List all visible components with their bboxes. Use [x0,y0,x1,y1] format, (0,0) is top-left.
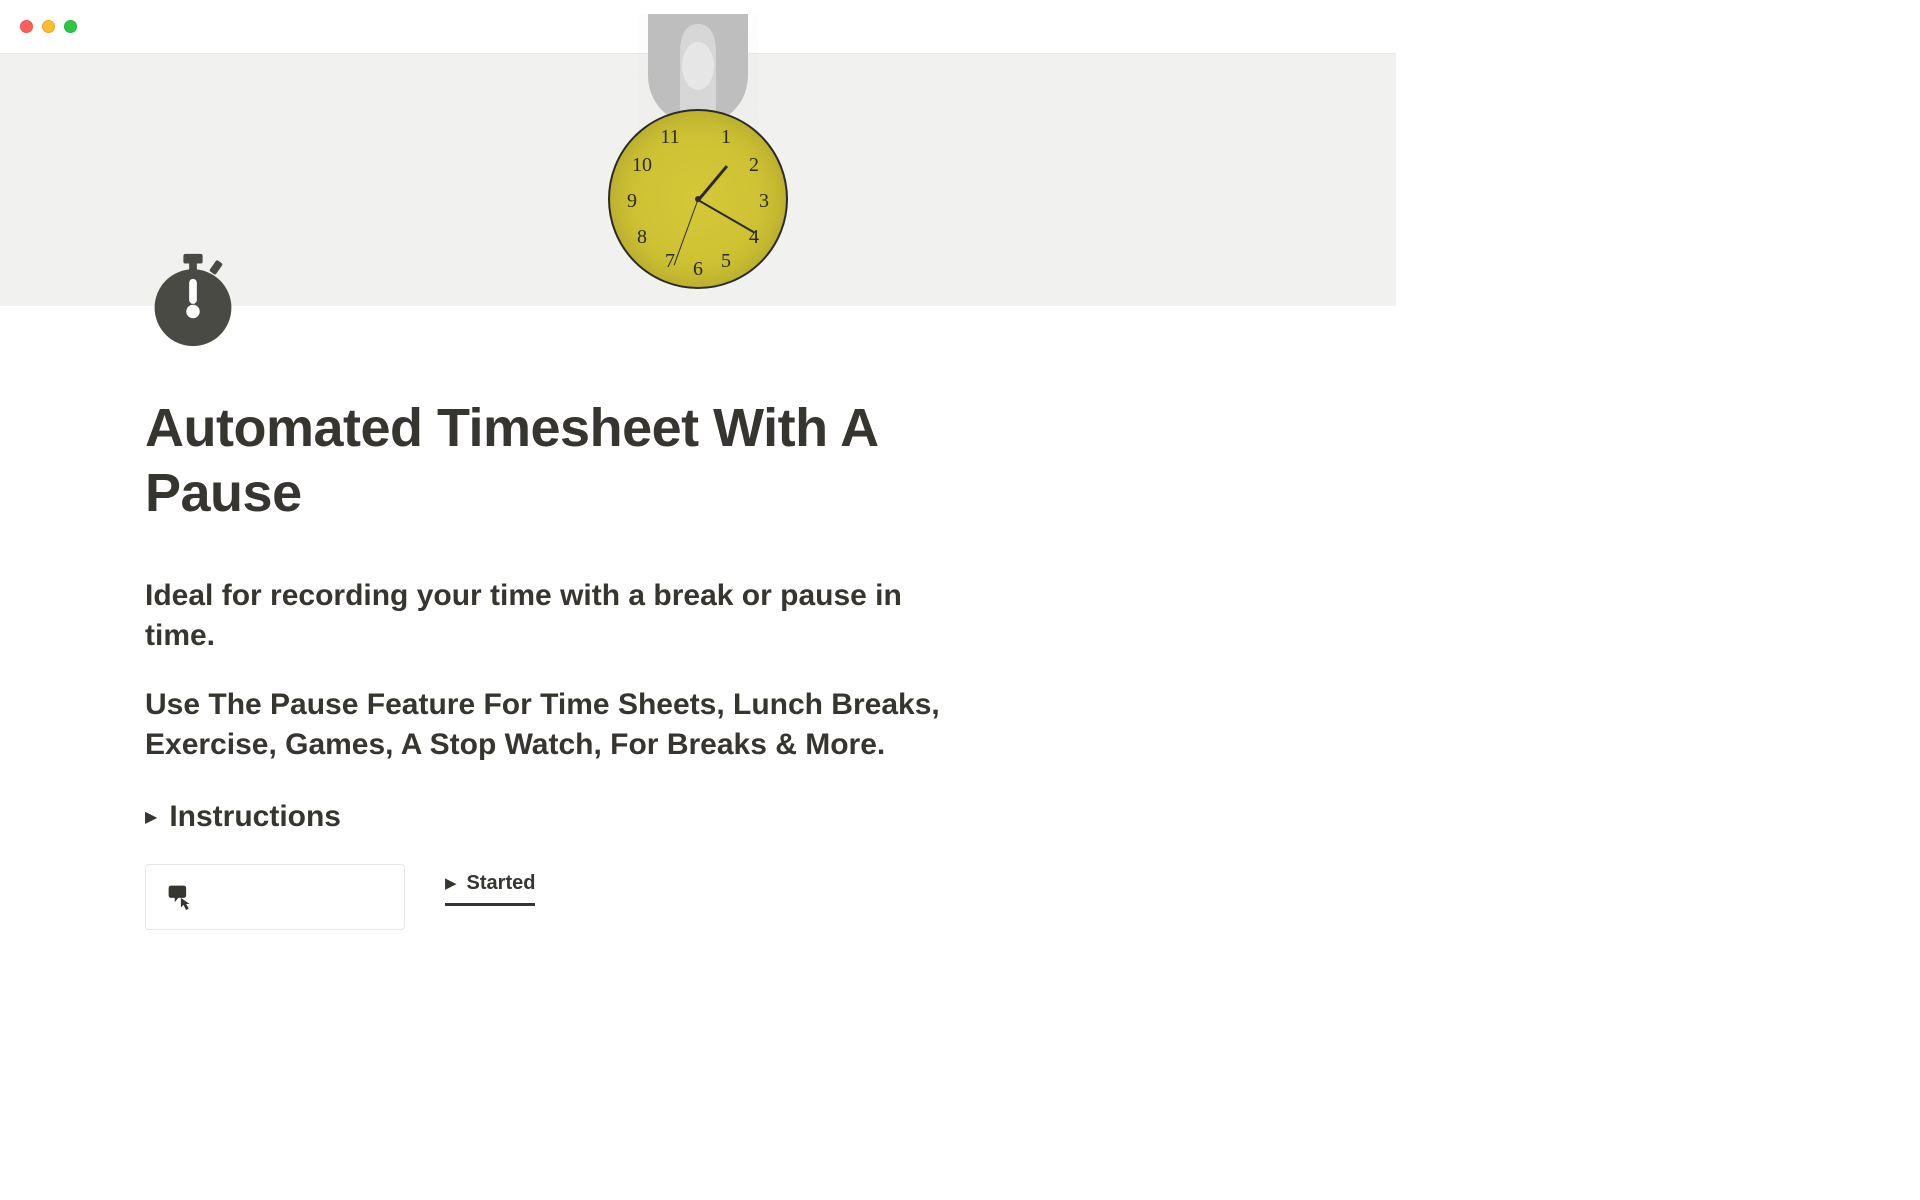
instructions-toggle-label: Instructions [169,800,341,834]
page-icon[interactable] [145,252,241,348]
clock-second-hand [674,199,699,265]
tab-started[interactable]: ▶ Started [445,872,535,906]
clock-hour-hand [697,165,728,201]
clock-minute-hand [698,199,755,233]
window-minimize-button[interactable] [42,20,55,33]
clock-center [695,196,701,202]
clock-number: 2 [742,153,766,177]
page-description: Use The Pause Feature For Time Sheets, L… [145,685,955,766]
clock-face: 1 2 3 4 5 6 7 8 9 10 11 [608,109,788,289]
clock-number: 10 [630,153,654,177]
clock-number: 3 [752,189,776,213]
pointer-icon [166,883,194,911]
page-title: Automated Timesheet With A Pause [145,396,955,526]
clock-number: 5 [714,249,738,273]
bottom-row: ▶ Started [145,864,955,930]
clock-number: 6 [686,257,710,281]
tab-started-label: Started [467,872,536,895]
cover-image: 1 2 3 4 5 6 7 8 9 10 11 [0,54,1396,306]
window-zoom-button[interactable] [64,20,77,33]
instructions-toggle[interactable]: ▶ Instructions [145,800,955,834]
chevron-right-icon: ▶ [145,807,157,827]
clock-number: 8 [630,225,654,249]
cover-illustration: 1 2 3 4 5 6 7 8 9 10 11 [583,54,813,344]
database-tabs: ▶ Started [445,864,535,906]
clock-number: 1 [714,125,738,149]
play-icon: ▶ [445,874,457,892]
page-subtitle: Ideal for recording your time with a bre… [145,576,955,657]
stopwatch-icon [145,252,241,348]
window-close-button[interactable] [20,20,33,33]
callout-card[interactable] [145,864,405,930]
clock-number: 11 [658,125,682,149]
clock-number: 9 [620,189,644,213]
page-content: Automated Timesheet With A Pause Ideal f… [0,306,1100,930]
